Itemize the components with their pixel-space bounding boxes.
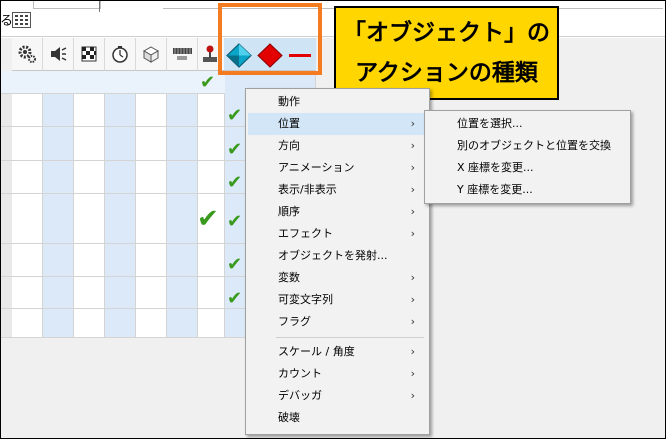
image-border: [0, 0, 666, 439]
